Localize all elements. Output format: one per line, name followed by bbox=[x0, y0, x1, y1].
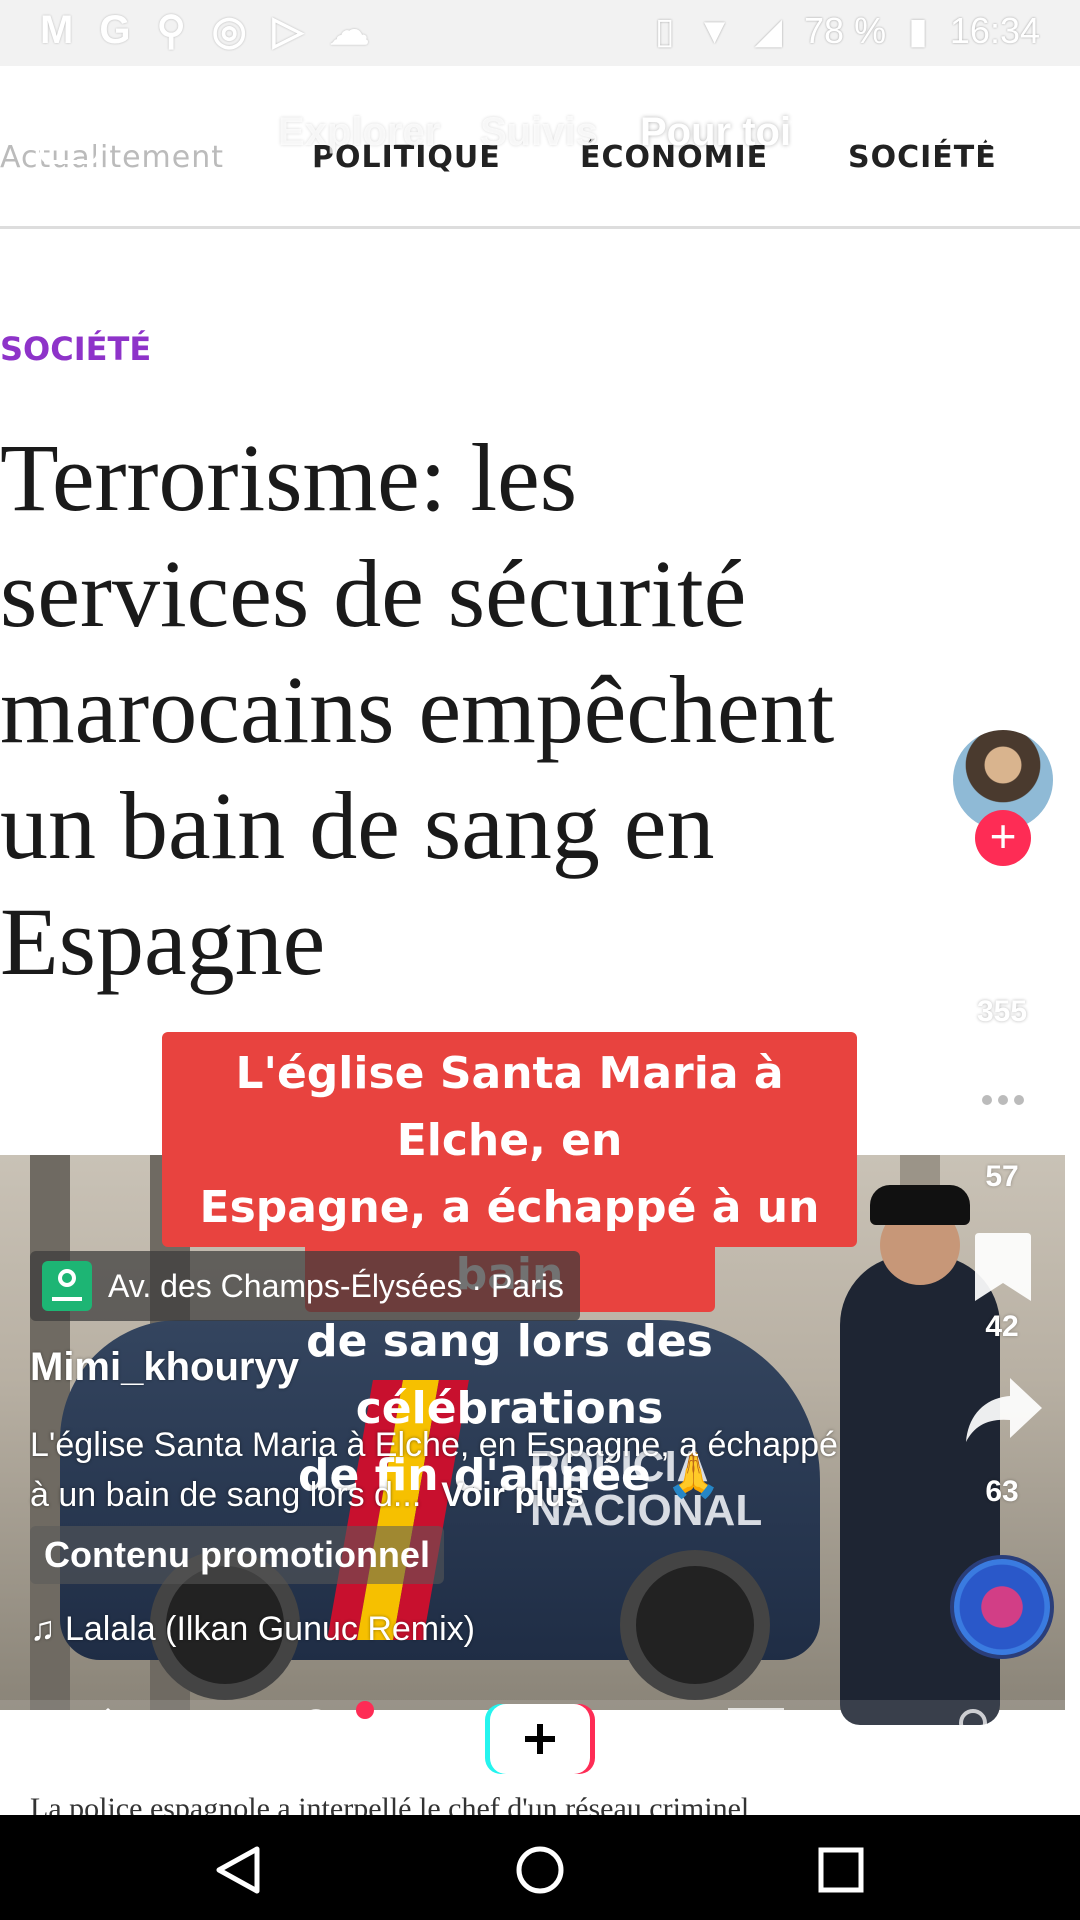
nav-home[interactable]: Accueil bbox=[0, 1768, 220, 1797]
location-label: Av. des Champs-Élysées · Paris bbox=[108, 1267, 564, 1304]
vibrate-icon: ▯ bbox=[654, 10, 675, 51]
share-count: 63 bbox=[985, 1475, 1019, 1508]
search-icon[interactable] bbox=[980, 110, 1030, 160]
share-icon[interactable] bbox=[966, 1378, 1042, 1444]
create-button[interactable] bbox=[485, 1704, 595, 1774]
cloud-icon: ☁ bbox=[329, 9, 370, 53]
system-nav-bar bbox=[0, 1815, 1080, 1920]
feed-tabs: Explorer Suivis Pour toi bbox=[0, 100, 1080, 180]
home-icon[interactable] bbox=[78, 1708, 138, 1764]
article-section-tag: SOCIÉTÉ bbox=[0, 330, 152, 368]
battery-percent: 78 % bbox=[804, 10, 887, 51]
tab-pour-toi[interactable]: Pour toi bbox=[640, 110, 791, 155]
tab-suivis[interactable]: Suivis bbox=[480, 110, 598, 155]
signal-icon: ◢ bbox=[754, 10, 783, 51]
article-headline: Terrorisme: les services de sécurité mar… bbox=[0, 420, 1030, 1000]
nav-inbox[interactable]: Boîte de réception bbox=[645, 1768, 865, 1797]
music-disc[interactable] bbox=[950, 1555, 1054, 1659]
headline-line: marocains empêchent bbox=[0, 656, 835, 763]
post-description[interactable]: L'église Santa Maria à Elche, en Espagne… bbox=[30, 1420, 850, 1520]
vpn-icon: ◎ bbox=[211, 9, 247, 53]
comment-count: 57 bbox=[985, 1160, 1019, 1193]
follow-button[interactable]: + bbox=[975, 810, 1031, 866]
home-circle-icon[interactable] bbox=[515, 1845, 565, 1895]
headline-line: un bain de sang en bbox=[0, 772, 715, 879]
description-text: L'église Santa Maria à Elche, en Espagne… bbox=[30, 1426, 838, 1514]
notification-icons: M G ⚲ ◎ ▷ ☁ bbox=[40, 8, 369, 54]
play-store-icon: ▷ bbox=[272, 9, 304, 53]
nav-friends[interactable]: Ami(e)s bbox=[215, 1768, 435, 1797]
wifi-icon: ▼ bbox=[696, 10, 733, 51]
usb-icon: ⚲ bbox=[156, 9, 186, 53]
notification-dot bbox=[356, 1701, 374, 1719]
comment-icon[interactable] bbox=[963, 1068, 1043, 1140]
back-icon[interactable] bbox=[215, 1845, 261, 1895]
system-icons: ▯ ▼ ◢ 78 % ▮ 16:34 bbox=[655, 10, 1040, 52]
gmail-icon: M bbox=[40, 8, 74, 52]
creator-username[interactable]: Mimi_khouryy bbox=[30, 1345, 299, 1390]
headline-line: Espagne bbox=[0, 888, 326, 995]
see-more-link[interactable]: Voir plus bbox=[441, 1476, 584, 1514]
profile-icon[interactable] bbox=[945, 1708, 1001, 1764]
google-icon: G bbox=[99, 8, 131, 52]
location-tag[interactable]: Av. des Champs-Élysées · Paris bbox=[30, 1251, 580, 1321]
promotional-label[interactable]: Contenu promotionnel bbox=[30, 1526, 444, 1584]
music-title[interactable]: ♫ Lalala (Ilkan Gunuc Remix) bbox=[30, 1610, 490, 1649]
recents-icon[interactable] bbox=[818, 1847, 864, 1893]
inbox-icon[interactable] bbox=[728, 1708, 784, 1764]
bookmark-icon[interactable] bbox=[975, 1233, 1031, 1301]
headline-line: services de sécurité bbox=[0, 540, 747, 647]
location-pin-icon bbox=[42, 1261, 92, 1311]
tab-explorer[interactable]: Explorer bbox=[278, 110, 440, 155]
clock: 16:34 bbox=[949, 10, 1040, 51]
status-bar: M G ⚲ ◎ ▷ ☁ ▯ ▼ ◢ 78 % ▮ 16:34 bbox=[0, 0, 1080, 66]
caption-line: L'église Santa Maria à Elche, en bbox=[235, 1048, 784, 1166]
bookmark-count: 42 bbox=[985, 1310, 1019, 1343]
nav-profile[interactable]: Profil bbox=[862, 1768, 1080, 1797]
friends-icon[interactable] bbox=[292, 1708, 362, 1764]
car-wheel bbox=[620, 1550, 770, 1700]
heart-icon[interactable] bbox=[965, 915, 1045, 987]
like-count: 355 bbox=[976, 995, 1028, 1028]
headline-line: Terrorisme: les bbox=[0, 424, 578, 531]
battery-icon: ▮ bbox=[908, 10, 928, 51]
